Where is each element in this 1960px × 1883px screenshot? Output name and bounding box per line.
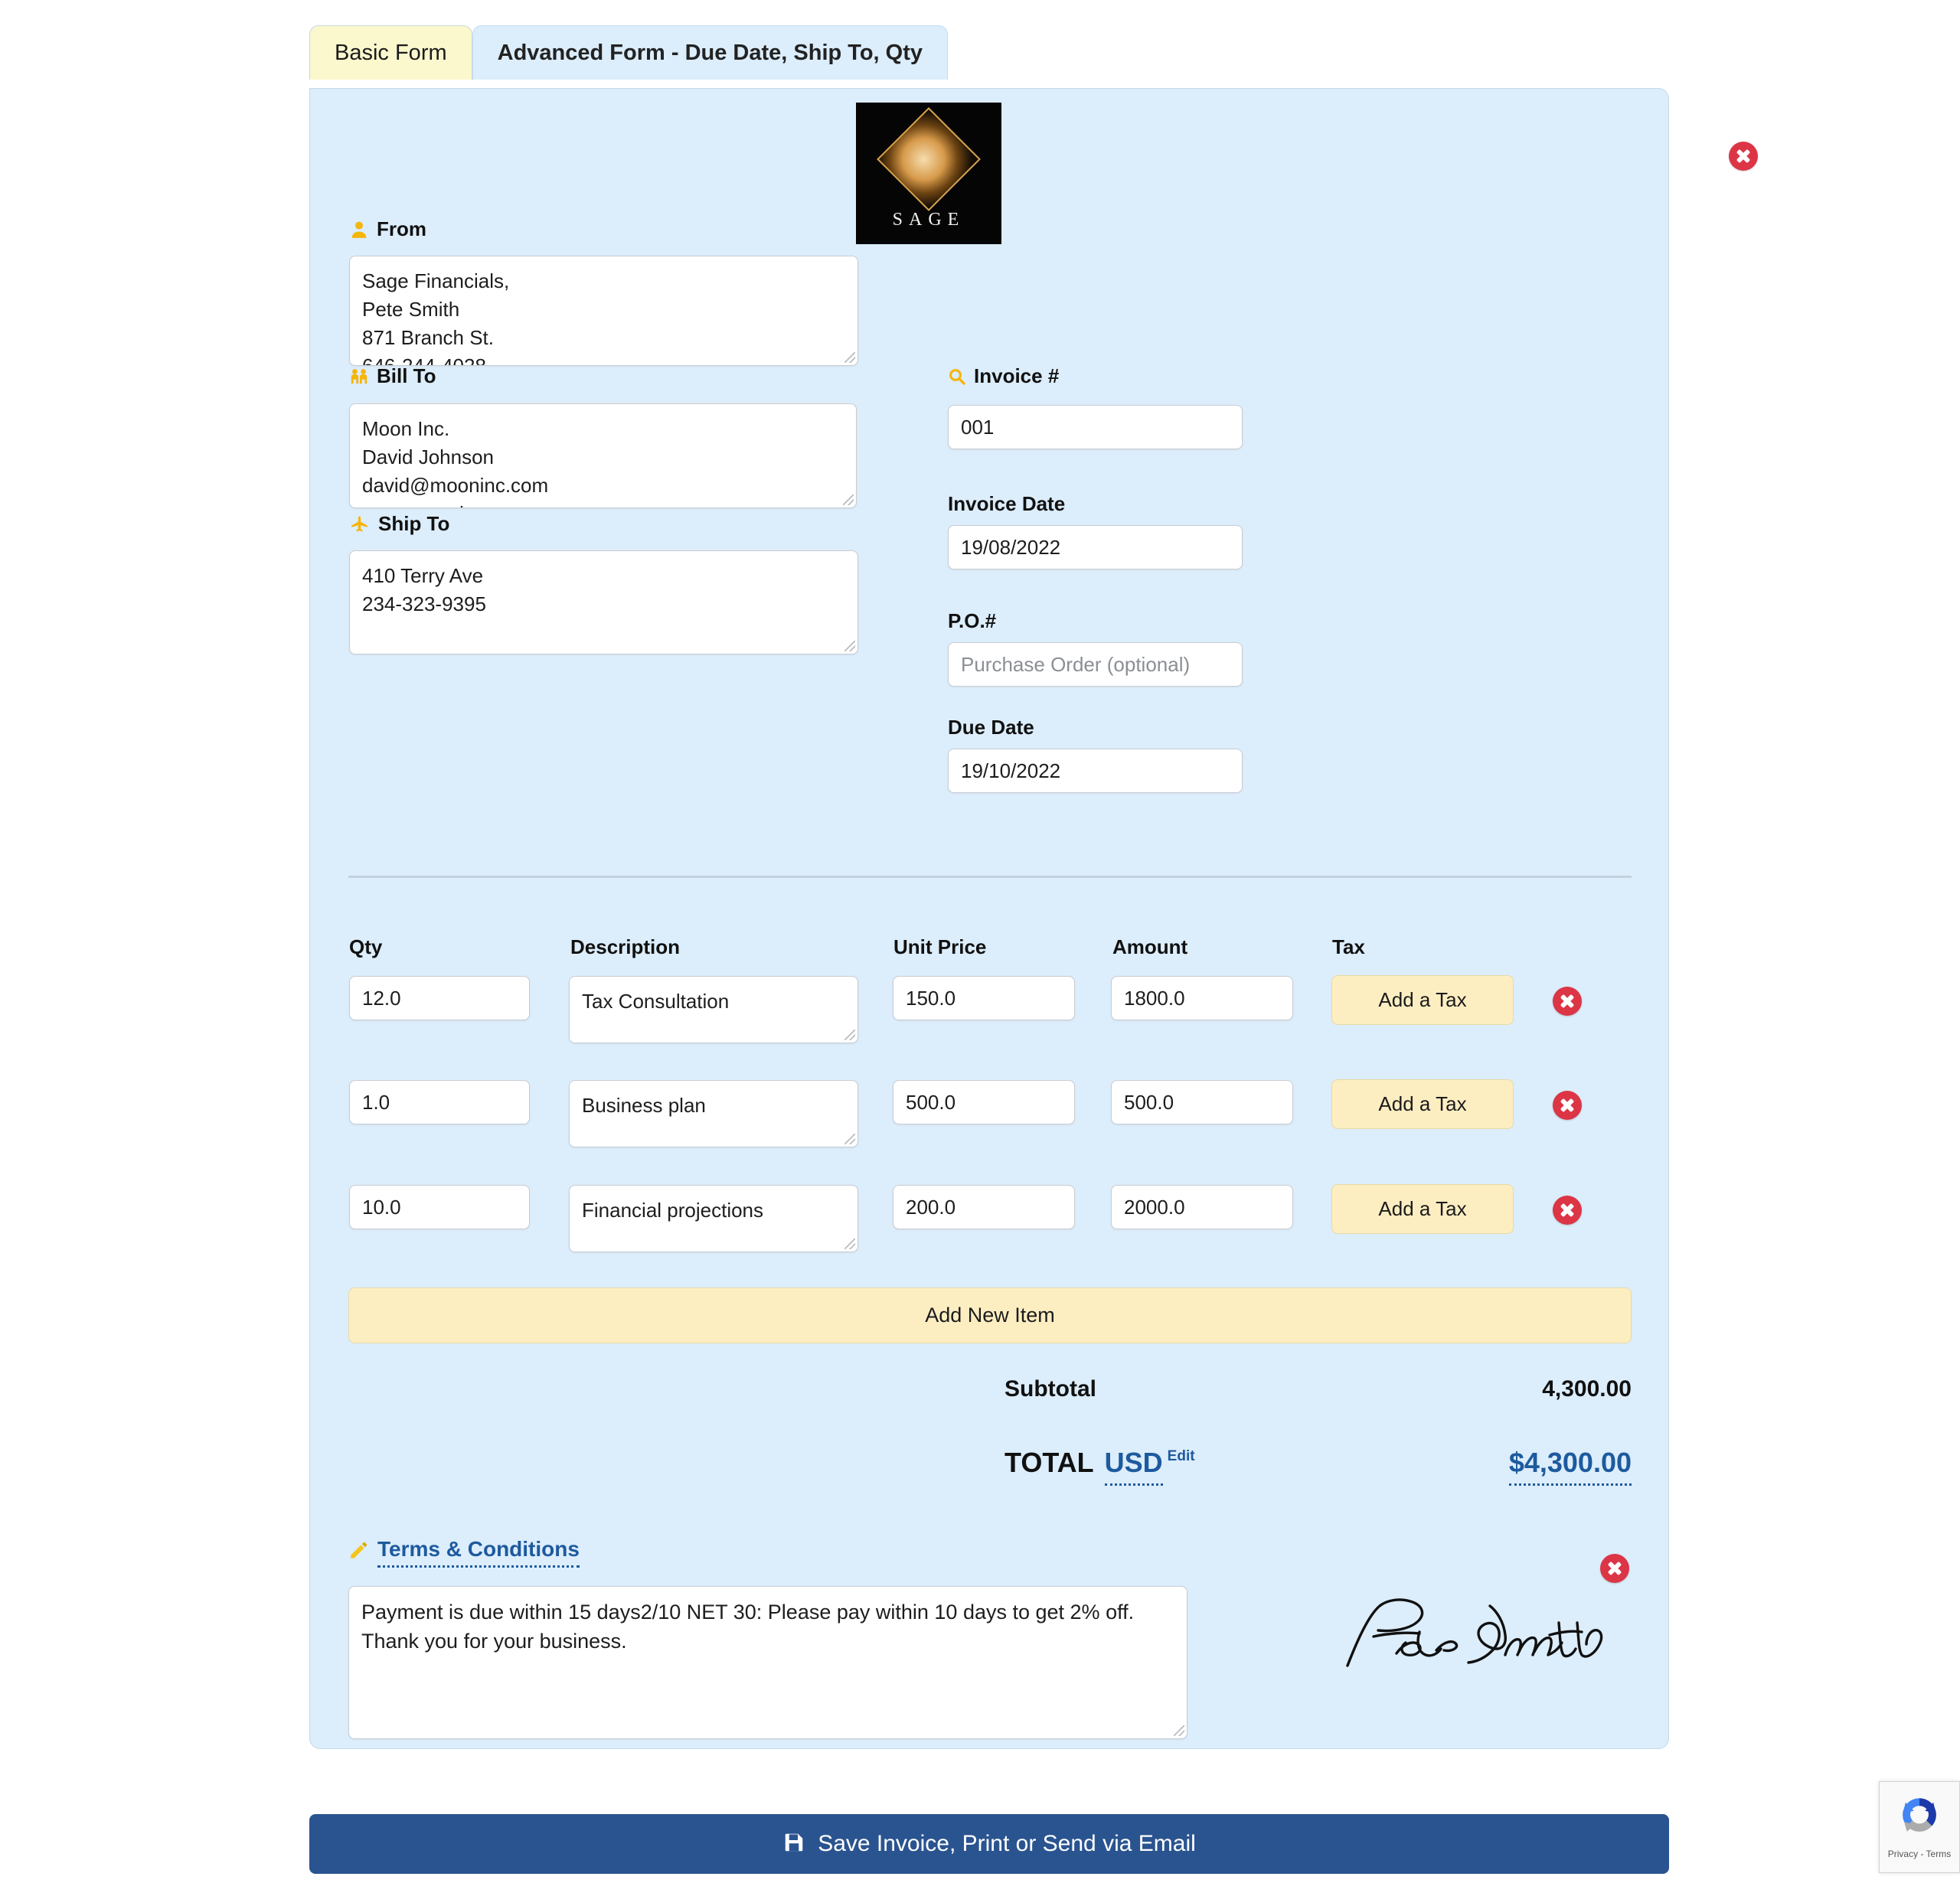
remove-item-button[interactable] [1553,987,1582,1016]
invoice-number-input[interactable] [948,405,1243,449]
person-icon [349,219,369,240]
item-description-textarea[interactable] [569,1185,858,1252]
column-header-description: Description [570,935,681,958]
tab-advanced-form[interactable]: Advanced Form - Due Date, Ship To, Qty [472,25,949,80]
due-date-input[interactable] [948,749,1243,793]
item-description-textarea[interactable] [569,976,858,1043]
invoice-panel: From SAGE Bill To [309,88,1758,1749]
subtotal-label: Subtotal [1004,1376,1096,1402]
invoice-date-label: Invoice Date [948,492,1066,515]
item-unit-price-input[interactable] [893,976,1075,1020]
total-amount[interactable]: $4,300.00 [1508,1447,1632,1486]
invoice-form-page: Basic Form Advanced Form - Due Date, Shi… [0,0,1960,1883]
invoice-date-input[interactable] [948,525,1243,569]
remove-logo-button[interactable] [1729,142,1758,171]
save-invoice-label: Save Invoice, Print or Send via Email [818,1831,1196,1856]
two-people-icon [349,366,369,387]
terms-header: Terms & Conditions [348,1537,580,1568]
remove-item-button[interactable] [1553,1196,1582,1225]
item-qty-input[interactable] [349,1185,530,1229]
terms-field-wrap [348,1586,1187,1739]
ship-to-label: Ship To [349,512,449,536]
subtotal-value: 4,300.00 [1542,1376,1632,1402]
terms-and-conditions-link[interactable]: Terms & Conditions [377,1537,580,1568]
bill-to-label: Bill To [349,364,436,388]
magnifier-icon [948,367,966,386]
column-header-qty: Qty [349,935,383,958]
add-tax-button[interactable]: Add a Tax [1331,975,1514,1025]
from-label-text: From [377,217,426,240]
column-header-unit-price: Unit Price [893,935,987,958]
item-description-textarea[interactable] [569,1080,858,1147]
ship-to-textarea[interactable] [349,550,858,654]
currency-selector[interactable]: USD [1104,1447,1163,1486]
item-description-wrap [569,1080,858,1147]
column-header-tax: Tax [1332,935,1365,958]
remove-item-button[interactable] [1553,1091,1582,1120]
floppy-disk-icon [782,1831,805,1858]
ship-to-field-wrap [349,550,858,654]
logo-name: SAGE [892,210,965,230]
edit-currency-link[interactable]: Edit [1168,1448,1195,1465]
bill-to-field-wrap [349,403,857,508]
section-divider [348,876,1632,878]
item-amount-input[interactable] [1111,1185,1293,1229]
bill-to-label-text: Bill To [377,364,436,387]
item-unit-price-input[interactable] [893,1080,1075,1124]
from-textarea[interactable] [349,256,858,366]
item-unit-price-input[interactable] [893,1185,1075,1229]
logo-diamond-icon [877,107,981,211]
company-logo[interactable]: SAGE [856,103,1001,244]
item-description-wrap [569,976,858,1043]
total-label: TOTAL [1004,1447,1094,1478]
item-description-wrap [569,1185,858,1252]
po-number-input[interactable] [948,642,1243,687]
ship-to-label-text: Ship To [378,512,450,535]
form-tabs: Basic Form Advanced Form - Due Date, Shi… [309,25,949,80]
total-row: TOTAL USD Edit [1004,1447,1195,1486]
airplane-icon [349,514,371,534]
item-qty-input[interactable] [349,976,530,1020]
add-tax-button[interactable]: Add a Tax [1331,1184,1514,1234]
tab-basic-form[interactable]: Basic Form [309,25,472,80]
item-qty-input[interactable] [349,1080,530,1124]
item-amount-input[interactable] [1111,976,1293,1020]
terms-textarea[interactable] [348,1586,1187,1739]
recaptcha-icon [1897,1793,1942,1841]
bill-to-textarea[interactable] [349,403,857,508]
recaptcha-privacy-terms[interactable]: Privacy - Terms [1888,1849,1951,1859]
add-tax-button[interactable]: Add a Tax [1331,1079,1514,1129]
remove-signature-button[interactable] [1600,1554,1629,1583]
add-new-item-button[interactable]: Add New Item [348,1287,1632,1343]
from-field-wrap [349,256,858,366]
invoice-number-label-text: Invoice # [974,364,1060,387]
invoice-number-label: Invoice # [948,364,1059,388]
pencil-icon [348,1541,368,1565]
column-header-amount: Amount [1112,935,1188,958]
recaptcha-badge[interactable]: Privacy - Terms [1879,1781,1960,1873]
po-number-label: P.O.# [948,609,997,632]
save-invoice-button[interactable]: Save Invoice, Print or Send via Email [309,1814,1669,1874]
from-label: From [349,217,426,241]
item-amount-input[interactable] [1111,1080,1293,1124]
signature-image[interactable] [1340,1592,1615,1676]
due-date-label: Due Date [948,716,1034,739]
